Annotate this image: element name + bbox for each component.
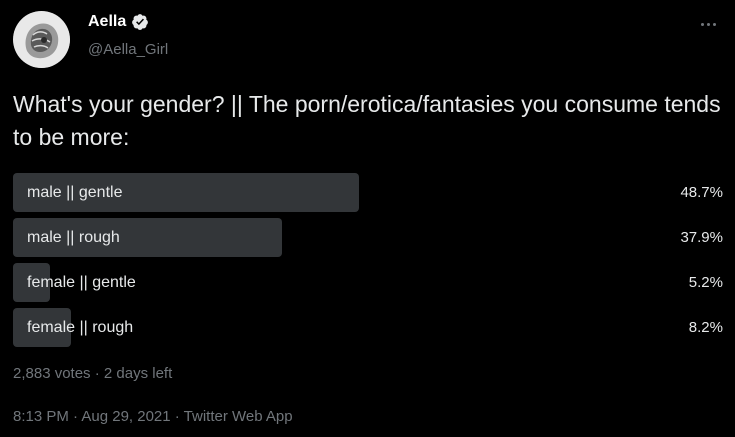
poll-option-percent: 8.2% — [688, 319, 723, 336]
poll-option: female || rough 8.2% — [13, 308, 723, 347]
avatar[interactable] — [13, 11, 70, 68]
poll-option-percent: 37.9% — [680, 229, 723, 246]
poll-option: female || gentle 5.2% — [13, 263, 723, 302]
dot — [706, 22, 710, 26]
avatar-image — [13, 11, 70, 68]
tweet-timestamp[interactable]: 8:13 PM · Aug 29, 2021 · Twitter Web App — [13, 408, 293, 425]
poll-footer: 2,883 votes · 2 days left — [13, 365, 173, 382]
poll-option-percent: 5.2% — [688, 274, 723, 291]
author-name-row[interactable]: Aella — [88, 13, 149, 31]
dot — [712, 22, 716, 26]
tweet-text: What's your gender? || The porn/erotica/… — [13, 91, 721, 150]
poll: male || gentle 48.7% male || rough 37.9%… — [13, 173, 723, 353]
poll-option-label: male || rough — [27, 229, 120, 246]
tweet-card: Aella @Aella_Girl What's your gender? ||… — [0, 0, 735, 437]
poll-option-label: female || rough — [27, 319, 134, 336]
author-handle[interactable]: @Aella_Girl — [88, 41, 168, 58]
poll-option-percent: 48.7% — [680, 184, 723, 201]
poll-option: male || gentle 48.7% — [13, 173, 723, 212]
poll-option-label: male || gentle — [27, 184, 123, 201]
poll-option: male || rough 37.9% — [13, 218, 723, 257]
poll-option-label: female || gentle — [27, 274, 136, 291]
author-display-name[interactable]: Aella — [88, 13, 126, 31]
dot — [700, 22, 704, 26]
verified-badge-icon — [131, 13, 149, 31]
more-options-icon[interactable] — [693, 14, 723, 34]
